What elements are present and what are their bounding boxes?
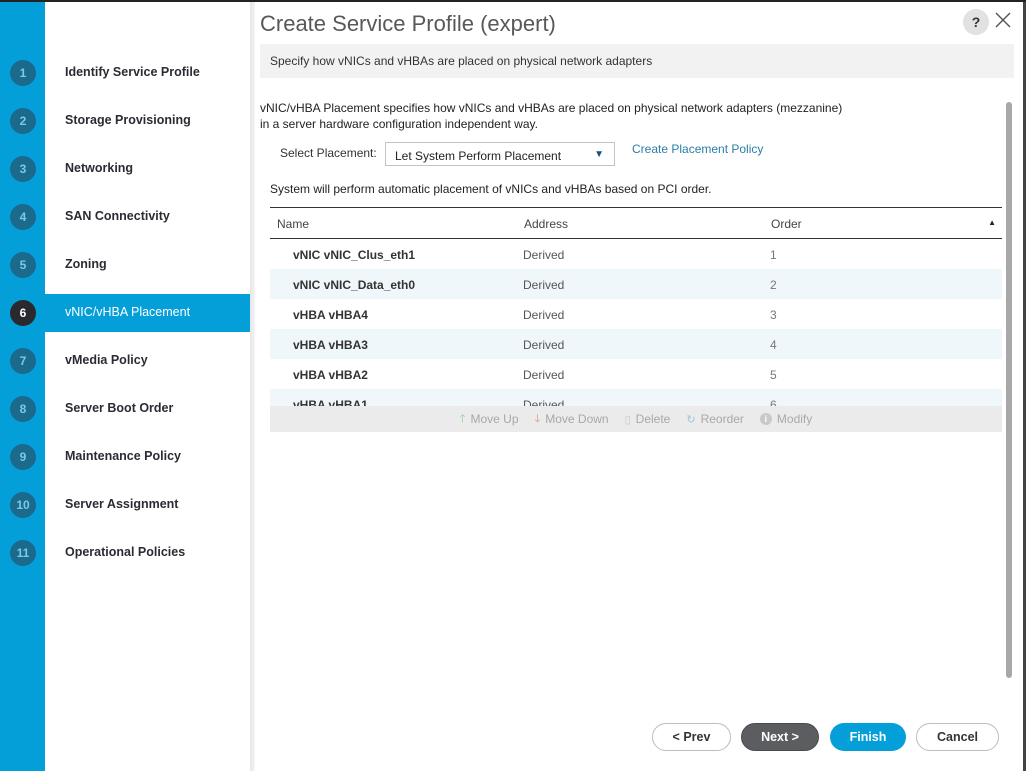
step-banner: Specify how vNICs and vHBAs are placed o… [260,44,1014,78]
trash-icon: ▯ [624,413,631,426]
step-zoning[interactable]: 5 Zoning [0,246,250,284]
sort-ascending-icon[interactable]: ▲ [988,218,996,227]
dropdown-arrow-icon: ▼ [594,149,604,160]
step-vnic-vhba-placement[interactable]: 6 vNIC/vHBA Placement [0,294,250,332]
step-label: Networking [65,161,134,175]
step-number-badge: 9 [10,444,36,470]
cell-name: vHBA vHBA3 [293,338,368,352]
dialog-title: Create Service Profile (expert) [260,11,556,36]
cell-address: Derived [523,308,565,322]
placement-select[interactable]: Let System Perform Placement ▼ [385,142,615,166]
table-toolbar: 🡑 Move Up 🡓 Move Down ▯ Delete ↻ Reorder… [270,406,1002,432]
step-server-assignment[interactable]: 10 Server Assignment [0,486,250,524]
cell-order: 1 [770,248,777,262]
close-button[interactable] [992,9,1014,31]
column-header-name[interactable]: Name [277,217,309,231]
info-icon: i [759,413,772,425]
move-up-button[interactable]: 🡑 Move Up [460,410,519,429]
step-identify-service-profile[interactable]: 1 Identify Service Profile [0,54,250,92]
step-label: Server Assignment [65,497,179,511]
step-number-badge: 11 [10,540,36,566]
arrow-up-icon: 🡑 [459,412,466,425]
step-number-badge: 8 [10,396,36,422]
cell-address: Derived [523,368,565,382]
step-storage-provisioning[interactable]: 2 Storage Provisioning [0,102,250,140]
cell-order: 3 [770,308,777,322]
step-number-badge: 10 [10,492,36,518]
cell-name: vHBA vHBA2 [293,368,368,382]
cell-address: Derived [523,278,565,292]
reorder-label: Reorder [700,412,744,426]
table-row[interactable]: vHBA vHBA4 Derived 3 [270,299,1002,329]
prev-button[interactable]: < Prev [652,723,731,751]
table-header: Name Address Order ▲ [270,207,1002,239]
reorder-button[interactable]: ↻ Reorder [686,412,744,426]
step-number-badge: 4 [10,204,36,230]
next-button[interactable]: Next > [741,723,819,751]
step-label: Server Boot Order [65,401,174,415]
cancel-button[interactable]: Cancel [916,723,999,751]
step-number-badge: 1 [10,60,36,86]
step-number-badge: 3 [10,156,36,182]
step-maintenance-policy[interactable]: 9 Maintenance Policy [0,438,250,476]
delete-button[interactable]: ▯ Delete [625,412,671,426]
move-down-button[interactable]: 🡓 Move Down [535,410,609,429]
table-row[interactable]: vHBA vHBA2 Derived 5 [270,359,1002,389]
move-up-label: Move Up [470,412,519,426]
cell-name: vHBA vHBA4 [293,308,368,322]
cell-name: vNIC vNIC_Clus_eth1 [293,248,416,262]
table-row[interactable]: vHBA vHBA3 Derived 4 [270,329,1002,359]
step-label: Zoning [65,257,107,271]
step-operational-policies[interactable]: 11 Operational Policies [0,534,250,572]
column-header-address[interactable]: Address [524,217,568,231]
cell-order: 5 [770,368,777,382]
delete-label: Delete [635,412,671,426]
create-placement-policy-link[interactable]: Create Placement Policy [632,142,763,156]
step-number-badge: 5 [10,252,36,278]
help-icon: ? [971,14,981,30]
step-vmedia-policy[interactable]: 7 vMedia Policy [0,342,250,380]
select-placement-label: Select Placement: [280,146,377,160]
cell-name: vNIC vNIC_Data_eth0 [293,278,416,292]
modify-button[interactable]: i Modify [759,412,813,426]
step-number-badge: 2 [10,108,36,134]
step-label: Maintenance Policy [65,449,182,463]
placement-description: vNIC/vHBA Placement specifies how vNICs … [260,100,1000,132]
step-label: SAN Connectivity [65,209,170,223]
step-number-badge: 7 [10,348,36,374]
table-row[interactable]: vHBA vHBA1 Derived 6 [270,389,1002,407]
step-networking[interactable]: 3 Networking [0,150,250,188]
cell-order: 2 [770,278,777,292]
table-body: vNIC vNIC_Clus_eth1 Derived 1 vNIC vNIC_… [270,239,1002,407]
table-row[interactable]: vNIC vNIC_Clus_eth1 Derived 1 [270,239,1002,269]
auto-placement-note: System will perform automatic placement … [270,182,712,196]
help-button[interactable]: ? [963,9,989,35]
table-row[interactable]: vNIC vNIC_Data_eth0 Derived 2 [270,269,1002,299]
step-san-connectivity[interactable]: 4 SAN Connectivity [0,198,250,236]
column-header-order[interactable]: Order [771,217,802,231]
placement-table: Name Address Order ▲ vNIC vNIC_Clus_eth1… [270,207,1002,407]
step-label: vNIC/vHBA Placement [65,305,191,319]
description-line-1: vNIC/vHBA Placement specifies how vNICs … [260,101,843,115]
cell-address: Derived [523,248,565,262]
modify-label: Modify [776,412,813,426]
placement-select-value: Let System Perform Placement [395,149,562,163]
step-label: Operational Policies [65,545,186,559]
step-label: Identify Service Profile [65,65,200,79]
cell-order: 4 [770,338,777,352]
step-label: vMedia Policy [65,353,148,367]
main-panel: Create Service Profile (expert) ? Specif… [255,2,1026,771]
step-number-badge: 6 [10,300,36,326]
move-down-label: Move Down [545,412,609,426]
reorder-icon: ↻ [686,413,696,426]
description-line-2: in a server hardware configuration indep… [260,117,538,131]
finish-button[interactable]: Finish [830,723,906,751]
close-icon [995,12,1011,28]
arrow-down-icon: 🡓 [534,412,541,425]
vertical-scrollbar[interactable] [1006,102,1012,678]
cell-address: Derived [523,338,565,352]
step-label: Storage Provisioning [65,113,191,127]
step-server-boot-order[interactable]: 8 Server Boot Order [0,390,250,428]
